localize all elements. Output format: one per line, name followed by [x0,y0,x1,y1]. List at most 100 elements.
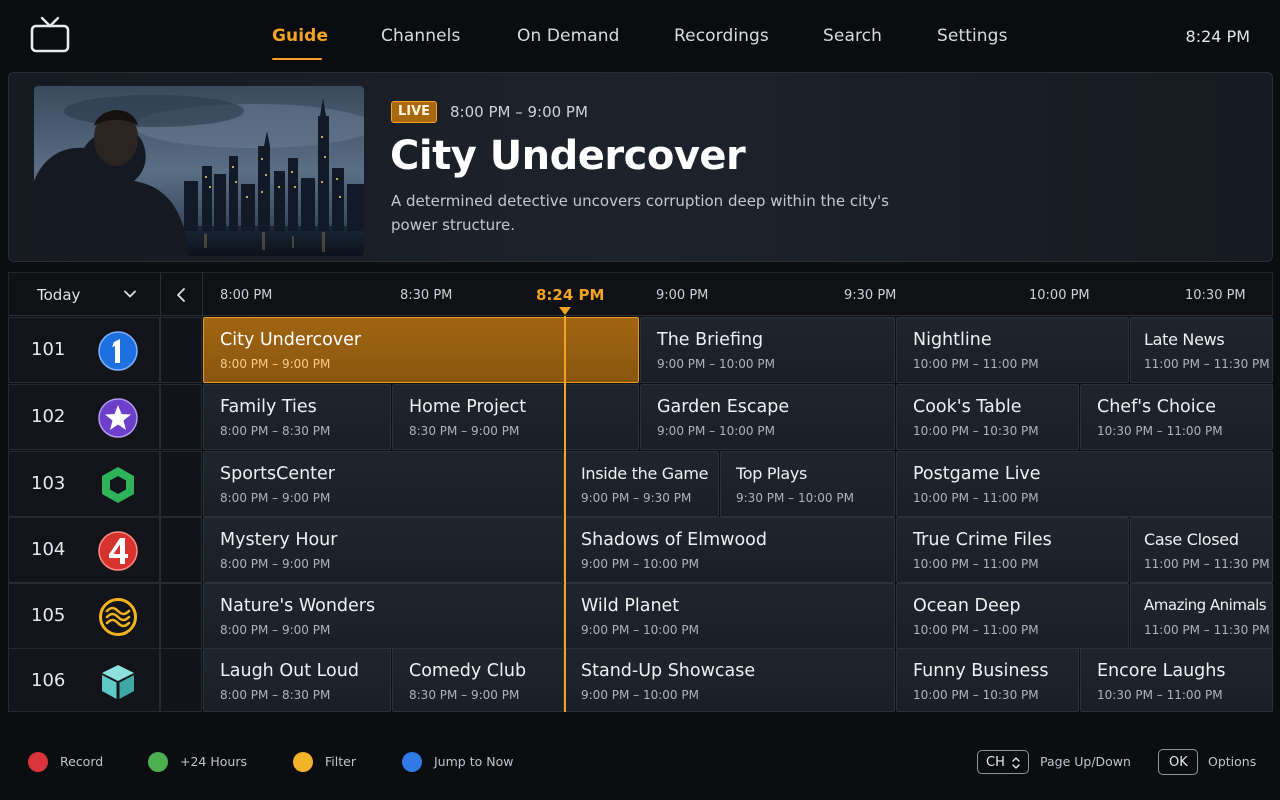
program-cell[interactable]: Nightline 10:00 PM – 11:00 PM [896,317,1129,383]
program-time: 8:00 PM – 8:30 PM [220,688,331,702]
channel-key[interactable]: CH [977,750,1029,774]
featured-program-artwork [34,86,364,256]
program-cell[interactable]: Shadows of Elmwood 9:00 PM – 10:00 PM [565,517,895,583]
featured-time: 8:00 PM – 9:00 PM [450,103,588,121]
program-title: Amazing Animals [1144,596,1267,614]
hexagon-channel-logo [102,467,134,503]
program-title: Nature's Wonders [220,596,376,616]
program-time: 10:00 PM – 11:00 PM [913,491,1039,505]
channel-cell[interactable]: 101 [8,317,160,383]
program-time: 8:00 PM – 9:00 PM [220,491,331,505]
program-time: 9:00 PM – 10:00 PM [581,623,699,637]
blue-button-icon [402,752,422,772]
program-cell[interactable]: Wild Planet 9:00 PM – 10:00 PM [565,583,895,649]
program-title: True Crime Files [913,530,1052,550]
chevron-down-icon [124,290,136,298]
channel-number: 102 [31,406,66,427]
program-time: 11:00 PM – 11:30 PM [1144,557,1270,571]
program-cell[interactable]: Top Plays 9:30 PM – 10:00 PM [720,451,895,517]
program-title: Comedy Club [409,661,527,681]
program-cell[interactable]: Late News 11:00 PM – 11:30 PM [1130,317,1273,383]
program-cell[interactable]: Mystery Hour 8:00 PM – 9:00 PM [203,517,564,583]
nav-settings[interactable]: Settings [937,26,1008,46]
time-tick: 9:00 PM [656,288,709,303]
nav-search[interactable]: Search [823,26,882,46]
program-title: Late News [1144,330,1225,349]
program-cell[interactable]: Funny Business 10:00 PM – 10:30 PM [896,648,1079,712]
hint-label: +24 Hours [180,754,247,769]
program-cell[interactable]: Amazing Animals 11:00 PM – 11:30 PM [1130,583,1273,649]
program-time: 11:00 PM – 11:30 PM [1144,623,1270,637]
green-button-icon [148,752,168,772]
time-tick: 10:30 PM [1185,288,1246,303]
time-tick: 10:00 PM [1029,288,1090,303]
program-title: Laugh Out Loud [220,661,359,681]
program-time: 9:00 PM – 10:00 PM [581,557,699,571]
remote-hints-bar: Record +24 Hours Filter Jump to Now CH P… [0,722,1280,800]
channel-row-105: 105 Nature's Wonders 8:00 PM – 9:00 PM W… [8,583,1273,649]
program-cell[interactable]: Nature's Wonders 8:00 PM – 9:00 PM [203,583,564,649]
chevron-left-icon [177,288,185,302]
hint-label: Filter [325,754,356,769]
program-title: Wild Planet [581,596,680,616]
program-cell[interactable]: Cook's Table 10:00 PM – 10:30 PM [896,384,1079,450]
channel-1-logo [98,331,138,371]
program-cell[interactable]: Family Ties 8:00 PM – 8:30 PM [203,384,391,450]
day-selector[interactable]: Today [9,273,161,317]
program-time: 8:00 PM – 9:00 PM [220,557,331,571]
ok-key[interactable]: OK [1158,749,1198,775]
options-label: Options [1208,754,1257,769]
program-time: 10:00 PM – 11:00 PM [913,557,1039,571]
program-time: 8:00 PM – 9:00 PM [220,623,331,637]
program-time: 10:30 PM – 11:00 PM [1097,424,1223,438]
scroll-back-button[interactable] [161,273,203,317]
channel-number: 105 [31,605,66,626]
program-cell[interactable]: Encore Laughs 10:30 PM – 11:00 PM [1080,648,1273,712]
program-cell[interactable]: Postgame Live 10:00 PM – 11:00 PM [896,451,1273,517]
row-spacer [160,384,202,450]
program-time: 10:00 PM – 10:30 PM [913,424,1039,438]
program-cell[interactable]: Ocean Deep 10:00 PM – 11:00 PM [896,583,1129,649]
channel-cell[interactable]: 102 [8,384,160,450]
program-cell[interactable]: SportsCenter 8:00 PM – 9:00 PM [203,451,564,517]
time-tick: 8:00 PM [220,288,273,303]
program-title: Stand-Up Showcase [581,661,756,681]
program-cell[interactable]: Case Closed 11:00 PM – 11:30 PM [1130,517,1273,583]
program-cell[interactable]: Inside the Game 9:00 PM – 9:30 PM [565,451,719,517]
nav-guide[interactable]: Guide [272,26,328,46]
featured-description: A determined detective uncovers corrupti… [391,192,889,234]
row-spacer [160,317,202,383]
program-title: Family Ties [220,397,317,417]
program-cell[interactable]: Stand-Up Showcase 9:00 PM – 10:00 PM [565,648,895,712]
program-time: 8:30 PM – 9:00 PM [409,424,520,438]
program-time: 9:00 PM – 10:00 PM [657,357,775,371]
channel-cell[interactable]: 104 [8,517,160,583]
nav-recordings[interactable]: Recordings [674,26,769,46]
program-cell[interactable]: Garden Escape 9:00 PM – 10:00 PM [640,384,895,450]
program-cell[interactable]: Laugh Out Loud 8:00 PM – 8:30 PM [203,648,391,712]
program-cell[interactable]: Comedy Club 8:30 PM – 9:00 PM [392,648,564,712]
program-title: SportsCenter [220,464,335,484]
program-cell-selected[interactable]: City Undercover 8:00 PM – 9:00 PM [203,317,639,383]
channel-key-label: CH [986,755,1005,770]
current-time-line [564,316,566,712]
nav-channels[interactable]: Channels [381,26,460,46]
program-cell[interactable]: Home Project 8:30 PM – 9:00 PM [392,384,639,450]
program-cell[interactable]: True Crime Files 10:00 PM – 11:00 PM [896,517,1129,583]
channel-cell[interactable]: 106 [8,648,160,712]
program-time: 8:00 PM – 8:30 PM [220,424,331,438]
row-spacer [160,648,202,712]
channel-cell[interactable]: 103 [8,451,160,517]
channel-cell[interactable]: 105 [8,583,160,649]
channel-number: 106 [31,670,66,691]
hint-label: Record [60,754,104,769]
now-marker-icon [559,307,571,315]
program-time: 10:00 PM – 11:00 PM [913,623,1039,637]
clock: 8:24 PM [1185,27,1250,46]
program-time: 10:30 PM – 11:00 PM [1097,688,1223,702]
program-cell[interactable]: The Briefing 9:00 PM – 10:00 PM [640,317,895,383]
featured-program: LIVE 8:00 PM – 9:00 PM City Undercover A… [8,72,1273,262]
program-cell[interactable]: Chef's Choice 10:30 PM – 11:00 PM [1080,384,1273,450]
nav-on-demand[interactable]: On Demand [517,26,620,46]
program-title: Inside the Game [581,464,709,483]
